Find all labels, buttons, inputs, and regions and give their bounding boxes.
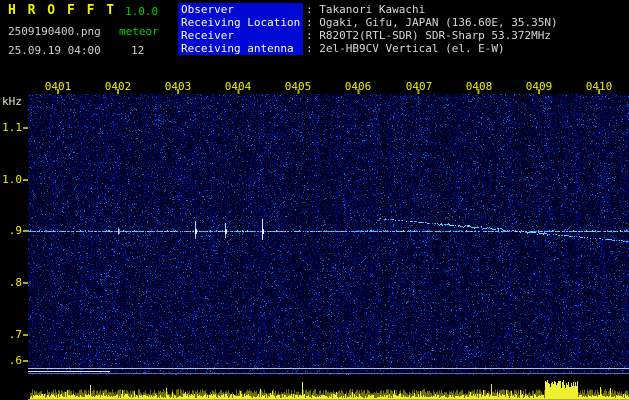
freq-label: .9	[8, 224, 22, 237]
info-value: : Takanori Kawachi	[306, 3, 426, 16]
app-version: 1.0.0	[125, 5, 159, 18]
app-title: H R O F F T	[8, 3, 117, 18]
echo-count: 12	[131, 44, 145, 57]
freq-label: 1.0	[2, 173, 22, 186]
freq-label: .8	[8, 276, 22, 289]
info-value: : Ogaki, Gifu, JAPAN (136.60E, 35.35N)	[306, 16, 558, 29]
info-row-location: Receiving Location: Ogaki, Gifu, JAPAN (…	[178, 16, 558, 29]
info-row-antenna: Receiving antenna: 2el-HB9CV Vertical (e…	[178, 42, 558, 55]
datetime-label: 25.09.19 04:00	[8, 44, 101, 57]
info-label: Receiving antenna	[178, 42, 303, 55]
info-row-receiver: Receiver: R820T2(RTL-SDR) SDR-Sharp 53.3…	[178, 29, 558, 42]
hrofft-output-window: H R O F F T 1.0.0 2509190400.png meteor …	[0, 0, 629, 400]
spectrogram-canvas	[28, 94, 629, 375]
amplitude-strip-canvas	[28, 377, 629, 400]
info-value: : R820T2(RTL-SDR) SDR-Sharp 53.372MHz	[306, 29, 552, 42]
freq-axis-unit: kHz	[2, 95, 22, 108]
freq-label: .7	[8, 328, 22, 341]
info-label: Observer	[178, 3, 303, 16]
info-row-observer: Observer: Takanori Kawachi	[178, 3, 558, 16]
info-label: Receiving Location	[178, 16, 303, 29]
freq-label: .6	[8, 354, 22, 367]
output-filename: 2509190400.png	[8, 25, 101, 38]
freq-label: 1.1	[2, 121, 22, 134]
mode-label: meteor	[119, 25, 159, 38]
station-info-panel: Observer: Takanori Kawachi Receiving Loc…	[178, 3, 558, 55]
info-value: : 2el-HB9CV Vertical (el. E-W)	[306, 42, 505, 55]
info-label: Receiver	[178, 29, 303, 42]
